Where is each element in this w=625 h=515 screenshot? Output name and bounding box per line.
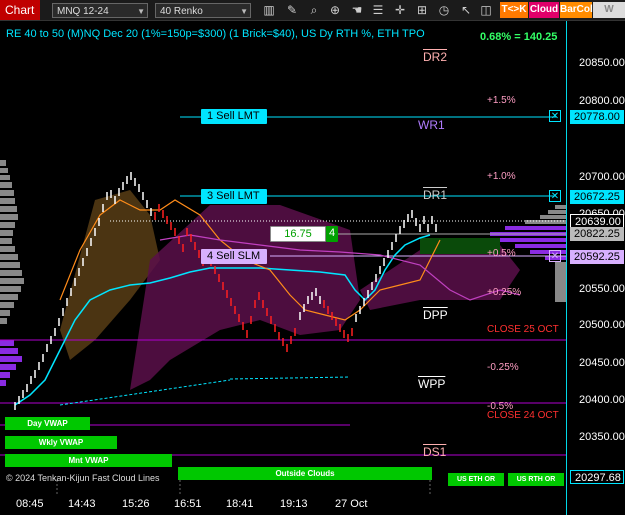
pivot-ds1-label: DS1 (423, 445, 447, 459)
cancel-sell1-icon[interactable]: ✕ (549, 110, 561, 122)
barcol-badge[interactable]: BarCol (560, 2, 593, 18)
pct-level-label: +0.25% (487, 287, 522, 298)
y-tick-label: 20550.00 (579, 283, 625, 295)
sell1-order-flag[interactable]: 1 Sell LMT (201, 109, 267, 124)
x-tick-label: 18:41 (226, 498, 254, 510)
price-flag-entry: 20822.25 (570, 227, 624, 241)
y-tick-label: 20700.00 (579, 171, 625, 183)
pencil-icon[interactable]: ✎ (284, 2, 300, 18)
clock-icon[interactable]: ◷ (436, 2, 452, 18)
price-flag-sell4: 20592.25 (570, 250, 624, 264)
x-tick-label: 14:43 (68, 498, 96, 510)
day-vwap-bar: Day VWAP (5, 417, 90, 430)
close-25-label: CLOSE 25 OCT (487, 324, 559, 335)
chevron-down-icon: ▼ (240, 7, 248, 16)
period-label: 40 Renko (160, 6, 203, 17)
x-tick-label: 19:13 (280, 498, 308, 510)
sell3-order-flag[interactable]: 3 Sell LMT (201, 189, 267, 204)
cancel-sell3-icon[interactable]: ✕ (549, 190, 561, 202)
pivot-wpp-label: WPP (418, 377, 446, 391)
price-flag-sell3: 20672.25 (570, 190, 624, 204)
sell4-order-flag[interactable]: 4 Sell SLM (201, 249, 267, 264)
y-tick-label: 20850.00 (579, 57, 625, 69)
bar-chart-icon[interactable]: ▥ (261, 2, 277, 18)
y-tick-label: 20350.00 (579, 431, 625, 443)
pl-value-box: 16.75 (270, 226, 326, 242)
y-tick-label: 20500.00 (579, 319, 625, 331)
price-flag-last: 20639.00 (570, 214, 624, 228)
chart-plot-area[interactable]: RE 40 to 50 (M)NQ Dec 20 (1%=150p=$300) … (0, 21, 566, 515)
mnt-vwap-bar: Mnt VWAP (5, 454, 172, 467)
y-tick-label: 20450.00 (579, 357, 625, 369)
tck-badge[interactable]: T<>K (500, 2, 528, 18)
chart-tab[interactable]: Chart (0, 0, 40, 20)
copyright-legend: © 2024 Tenkan-Kijun Fast Cloud Lines (6, 473, 160, 483)
left-volume-profile (0, 160, 24, 386)
instrument-label: MNQ 12-24 (57, 6, 109, 17)
us-eth-or-bar: US ETH OR (448, 473, 504, 486)
vwap-dotted (229, 376, 351, 380)
position-qty-box: 4 (326, 226, 338, 242)
chart-title: RE 40 to 50 (M)NQ Dec 20 (1%=150p=$300) … (6, 28, 425, 40)
pivot-dr2-label: DR2 (423, 50, 448, 64)
x-tick-label: 27 Oct (335, 498, 368, 510)
toolbar: Chart MNQ 12-24 ▼ 40 Renko ▼ ▥ ✎ ⌕ ⊕ ☚ ☰… (0, 0, 625, 31)
price-axis[interactable]: 20850.00 20800.00 20700.00 20650.00 2055… (566, 21, 625, 515)
cloud-badge[interactable]: Cloud (529, 2, 559, 18)
search-zoom-icon[interactable]: ⌕ (306, 2, 322, 18)
price-flag-vwap: 20297.68 (570, 470, 624, 484)
chart-type-icon[interactable]: ⊞ (414, 2, 430, 18)
y-tick-label: 20400.00 (579, 394, 625, 406)
arrow-icon[interactable]: ↖ (458, 2, 474, 18)
pct-level-label: -0.25% (487, 362, 519, 373)
price-flag-sell1: 20778.00 (570, 110, 624, 124)
cancel-sell4-icon[interactable]: ✕ (549, 250, 561, 262)
pct-level-label: +1.5% (487, 95, 516, 106)
outside-clouds-bar: Outside Clouds (178, 467, 432, 480)
period-selector[interactable]: 40 Renko ▼ (155, 3, 251, 18)
hand-icon[interactable]: ☚ (349, 2, 365, 18)
zoom-icon[interactable]: ⊕ (327, 2, 343, 18)
vwap-dotted-left (59, 379, 231, 406)
x-tick-label: 08:45 (16, 498, 44, 510)
wvwa-badge[interactable]: W VWA (593, 2, 625, 31)
pivot-dr1-label: DR1 (423, 188, 448, 202)
pct-change-label: 0.68% = 140.25 (480, 31, 558, 43)
chevron-down-icon: ▼ (137, 7, 145, 16)
us-rth-or-bar: US RTH OR (508, 473, 564, 486)
tool-icon[interactable]: ◫ (478, 2, 494, 18)
instrument-selector[interactable]: MNQ 12-24 ▼ (52, 3, 148, 18)
pct-level-label: +1.0% (487, 171, 516, 182)
crosshair-icon[interactable]: ✛ (392, 2, 408, 18)
pct-level-label: +0.5% (487, 248, 516, 259)
list-icon[interactable]: ☰ (370, 2, 386, 18)
y-tick-label: 20800.00 (579, 95, 625, 107)
pivot-wr1-label: WR1 (418, 118, 445, 132)
wkly-vwap-bar: Wkly VWAP (5, 436, 117, 449)
close-24-label: CLOSE 24 OCT (487, 410, 559, 421)
pivot-dpp-label: DPP (423, 308, 448, 322)
x-tick-label: 15:26 (122, 498, 150, 510)
x-tick-label: 16:51 (174, 498, 202, 510)
